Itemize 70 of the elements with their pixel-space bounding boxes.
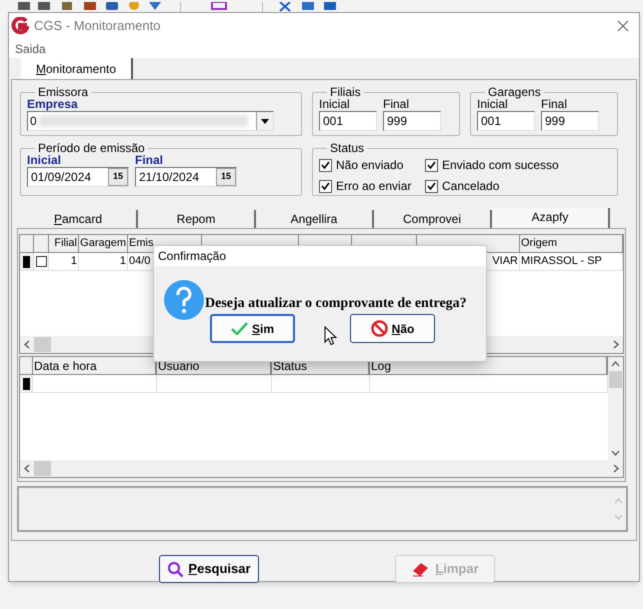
scroll-down-icon[interactable] xyxy=(611,450,620,456)
column-header[interactable]: Origem xyxy=(520,235,623,253)
company-dropdown[interactable]: 0 xyxy=(27,111,274,131)
window-title: CGS - Monitoramento xyxy=(34,17,160,36)
table-cell: MIRASSOL - SP xyxy=(520,253,623,271)
checkbox[interactable] xyxy=(425,180,438,192)
checkbox-label: Não enviado xyxy=(336,157,404,174)
vertical-scrollbar[interactable] xyxy=(608,357,623,460)
search-button[interactable]: Pesquisar xyxy=(159,555,259,583)
scroll-right-icon[interactable] xyxy=(613,340,619,349)
scrollbar-thumb[interactable] xyxy=(34,337,51,352)
question-icon xyxy=(164,280,204,320)
table-cell: 1 xyxy=(79,253,128,271)
scroll-up-icon xyxy=(614,498,623,504)
mouse-pointer-icon xyxy=(324,326,337,346)
prohibited-icon xyxy=(370,320,388,337)
dropdown-value: 0 xyxy=(29,113,38,130)
column-header[interactable]: Data e hora xyxy=(33,357,157,375)
checkbox[interactable] xyxy=(425,158,438,172)
field-label: Inicial xyxy=(477,98,508,111)
calendar-button[interactable]: 15 xyxy=(216,168,236,186)
checkbox-label: Cancelado xyxy=(442,178,500,195)
group-title: Filiais xyxy=(329,86,362,98)
date-field[interactable]: 01/09/2024 15 xyxy=(27,167,129,187)
scroll-up-icon[interactable] xyxy=(611,361,620,367)
checkbox-label: Enviado com sucesso xyxy=(442,157,559,174)
no-button[interactable]: Não xyxy=(350,314,435,343)
group-title: Garagens xyxy=(487,86,542,98)
text-field[interactable]: 999 xyxy=(541,111,599,131)
field-label: Final xyxy=(135,154,164,167)
tab[interactable]: Azapfy xyxy=(492,208,610,228)
scrollbar-thumb[interactable] xyxy=(34,461,51,476)
group-title: Status xyxy=(329,142,366,154)
horizontal-scrollbar[interactable] xyxy=(20,460,623,477)
checkmark-icon xyxy=(230,322,248,335)
text-field[interactable]: 001 xyxy=(477,111,535,131)
row-indicator-icon xyxy=(22,378,30,390)
menu-item[interactable]: Saida xyxy=(15,40,46,58)
group-title: Emissora xyxy=(37,86,90,98)
text-field[interactable]: 001 xyxy=(319,111,377,131)
checkbox[interactable] xyxy=(319,158,332,172)
field-label: Inicial xyxy=(319,98,351,111)
text-field[interactable]: 999 xyxy=(383,111,441,131)
column-header[interactable]: Filial xyxy=(49,235,79,253)
scroll-left-icon[interactable] xyxy=(24,464,30,473)
scroll-down-icon xyxy=(614,514,623,520)
date-value: 21/10/2024 xyxy=(138,169,200,186)
app-logo-icon xyxy=(11,17,29,35)
tab[interactable]: Monitoramento xyxy=(21,58,133,79)
table-cell: 1 xyxy=(49,253,79,271)
calendar-button[interactable]: 15 xyxy=(108,168,128,186)
field-label: Final xyxy=(541,98,568,111)
date-field[interactable]: 21/10/2024 15 xyxy=(135,167,237,187)
checkbox[interactable] xyxy=(36,256,46,267)
group-title: Período de emissão xyxy=(37,142,146,154)
close-icon[interactable] xyxy=(617,20,629,32)
column-header[interactable]: Garagem xyxy=(79,235,128,253)
scrollbar-thumb[interactable] xyxy=(609,371,622,388)
field-label: Empresa xyxy=(27,98,79,111)
scroll-left-icon[interactable] xyxy=(24,340,30,349)
scroll-right-icon[interactable] xyxy=(613,464,619,473)
yes-button[interactable]: Sim xyxy=(210,314,295,343)
field-label: Final xyxy=(383,98,410,111)
date-value: 01/09/2024 xyxy=(30,169,92,186)
checkbox[interactable] xyxy=(319,180,332,192)
dialog-message: Deseja atualizar o comprovante de entrega? xyxy=(205,294,467,312)
memo-field[interactable] xyxy=(17,486,628,532)
search-icon xyxy=(167,560,184,578)
checkbox-label: Erro ao enviar xyxy=(336,178,412,195)
field-label: Inicial xyxy=(27,154,62,167)
